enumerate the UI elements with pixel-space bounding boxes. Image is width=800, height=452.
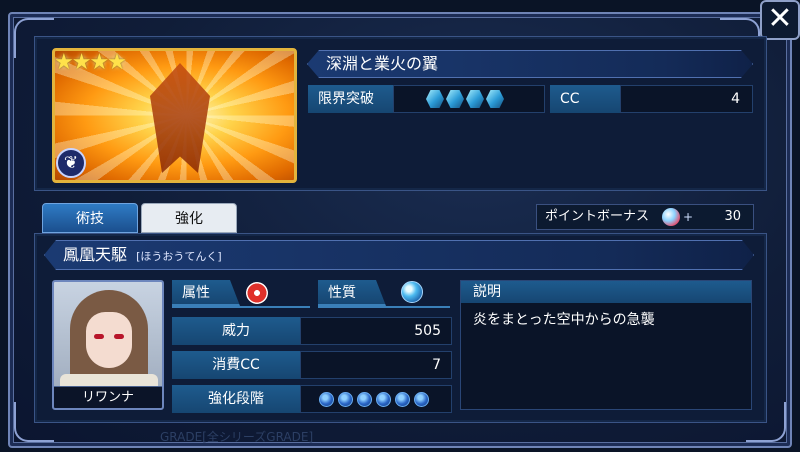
point-bonus-value: 30 [724, 209, 741, 224]
close-icon[interactable]: ✕ [760, 0, 800, 40]
power-label: 威力 [172, 317, 300, 345]
limit-gem-icon [446, 90, 464, 108]
limit-break-label: 限界突破 [308, 85, 393, 113]
water-orb-icon [401, 281, 423, 303]
skill-reading: [ほうおうてんく] [136, 250, 222, 263]
limit-gem-icon [466, 90, 484, 108]
rarity-stars: ★★★★ [54, 50, 127, 75]
skill-title: 鳳凰天駆 [ほうおうてんく] [44, 240, 754, 270]
attribute-underline [172, 306, 310, 308]
character-name: リワンナ [54, 386, 162, 408]
cc-value: 4 [620, 85, 753, 113]
grade-text: GRADE[全シリーズGRADE] [160, 430, 314, 444]
power-value: 505 [300, 317, 452, 345]
stage-orb-icon [376, 391, 391, 407]
portrait-face [86, 312, 132, 368]
limit-gem-icon [486, 90, 504, 108]
cost-label: 消費CC [172, 351, 300, 379]
wing-type-icon: ❦ [56, 148, 86, 178]
stage-orb-icon [395, 391, 410, 407]
tab-upgrade[interactable]: 強化 [141, 203, 237, 233]
power-row: 威力 505 [172, 317, 452, 345]
cost-value: 7 [300, 351, 452, 379]
limit-break-gems [393, 85, 545, 113]
fire-attribute-icon [246, 282, 268, 304]
portrait-eye [114, 334, 124, 339]
stage-orb-icon [338, 391, 353, 407]
character-portrait[interactable]: リワンナ [52, 280, 164, 410]
stage-orb-icon [414, 391, 429, 407]
card-title: 深淵と業火の翼 [307, 50, 753, 78]
bonus-gem-icon [662, 208, 680, 226]
limit-break-row: 限界突破 [308, 85, 545, 113]
skill-name: 鳳凰天駆 [63, 245, 128, 264]
nature-label: 性質 [318, 280, 386, 306]
cc-label: CC [550, 85, 620, 113]
tab-skill[interactable]: 術技 [42, 203, 138, 233]
description-label: 説明 [461, 281, 751, 303]
stage-label: 強化段階 [172, 385, 300, 413]
attribute-label: 属性 [172, 280, 240, 306]
stage-orbs [300, 385, 452, 413]
cost-row: 消費CC 7 [172, 351, 452, 379]
stage-orb-icon [319, 391, 334, 407]
stage-row: 強化段階 [172, 385, 452, 413]
limit-gem-icon [426, 90, 444, 108]
point-bonus-plus: + [683, 210, 694, 224]
point-bonus: ポイントボーナス + 30 [536, 204, 754, 230]
description-box: 説明 炎をまとった空中からの急襲 [460, 280, 752, 410]
nature-underline [318, 306, 450, 308]
description-text: 炎をまとった空中からの急襲 [473, 312, 655, 328]
stage-orb-icon [357, 391, 372, 407]
cc-row: CC 4 [550, 85, 753, 113]
point-bonus-label: ポイントボーナス [545, 209, 650, 224]
portrait-eye [94, 334, 104, 339]
